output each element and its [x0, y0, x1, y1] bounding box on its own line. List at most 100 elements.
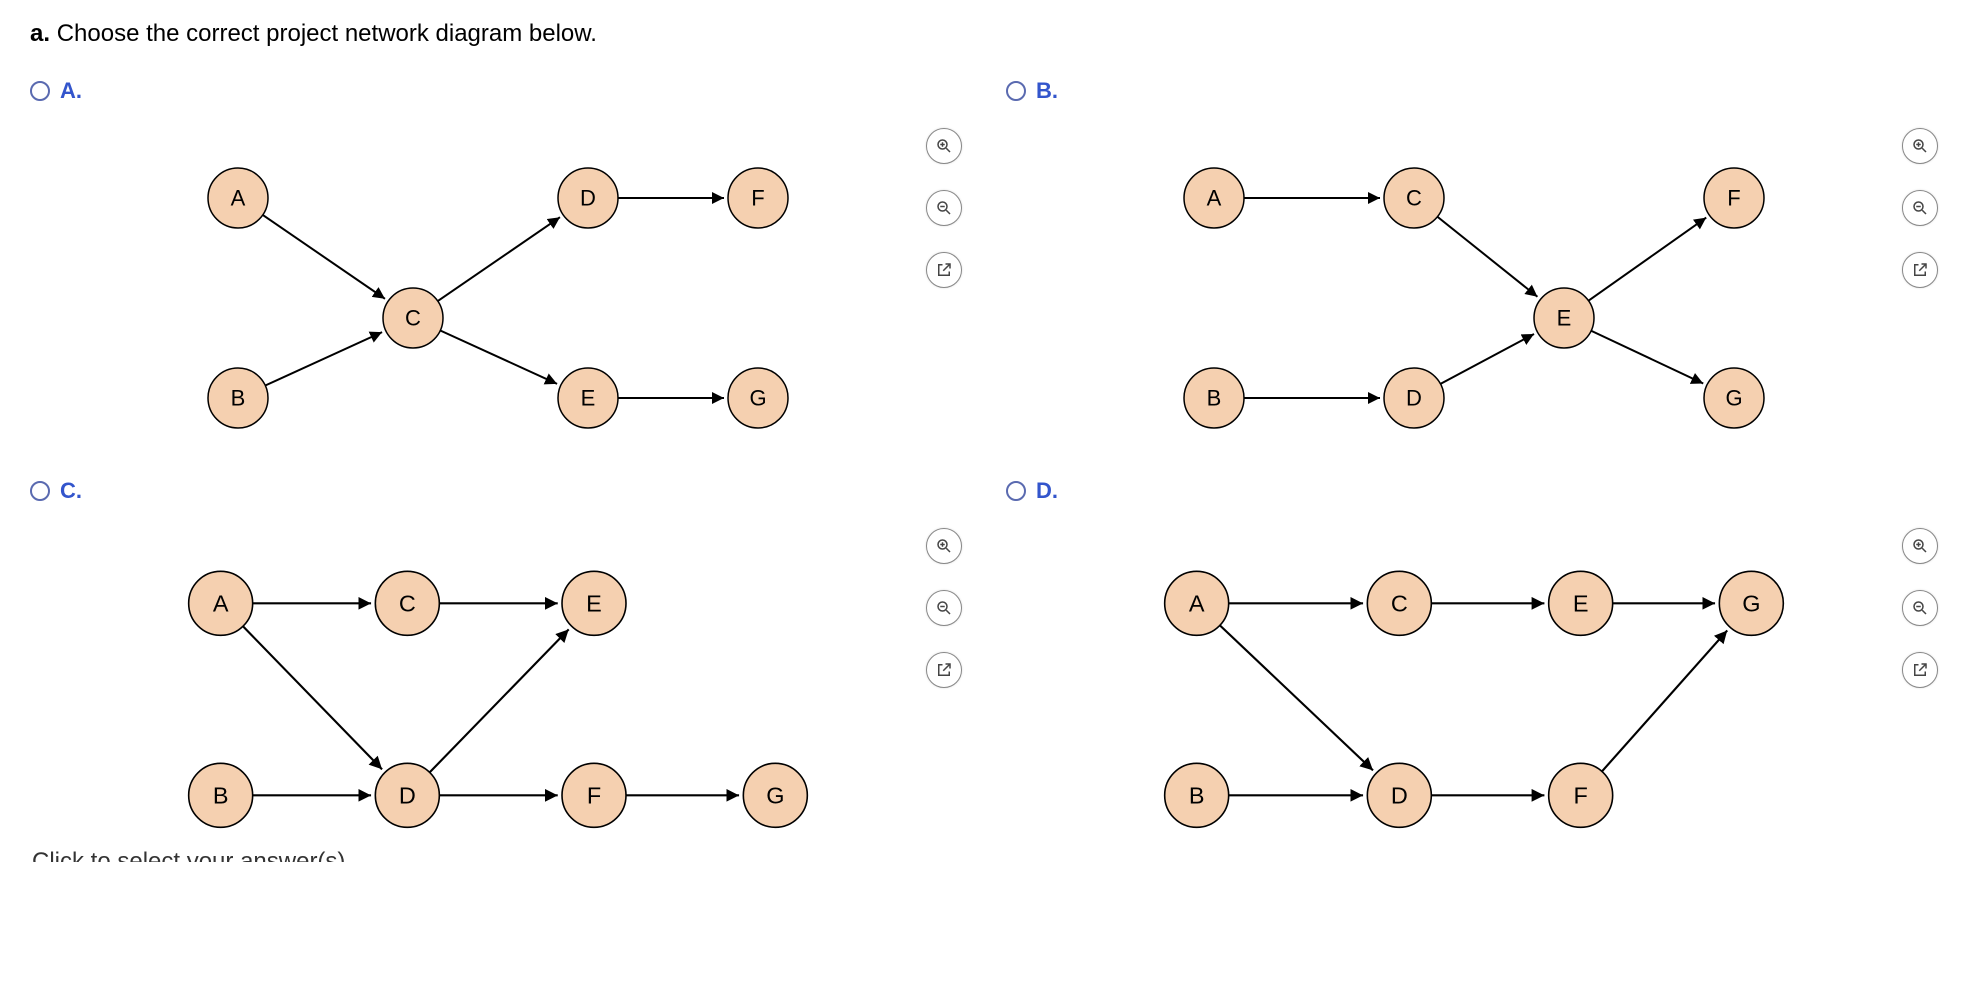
option-d-header[interactable]: D. — [1006, 478, 1942, 504]
node-f: F — [562, 763, 626, 827]
svg-text:C: C — [1391, 590, 1408, 616]
option-a-diagram: A B C D E F G — [90, 118, 906, 438]
zoom-in-icon[interactable] — [1902, 128, 1938, 164]
node-f: F — [728, 168, 788, 228]
option-c-label[interactable]: C. — [60, 478, 82, 504]
node-g: G — [728, 368, 788, 428]
svg-text:C: C — [405, 306, 421, 331]
option-d-radio[interactable] — [1006, 481, 1026, 501]
zoom-out-icon[interactable] — [1902, 590, 1938, 626]
zoom-in-icon[interactable] — [926, 528, 962, 564]
option-a-svg: A B C D E F G — [90, 118, 906, 438]
open-external-icon[interactable] — [926, 252, 962, 288]
svg-text:F: F — [1727, 186, 1740, 211]
svg-text:A: A — [1189, 590, 1205, 616]
svg-text:F: F — [587, 782, 601, 808]
svg-text:D: D — [580, 186, 596, 211]
edge-e-f — [1589, 218, 1707, 301]
option-c-cell: C. ABCDEFG — [30, 478, 966, 838]
option-b-tools — [1902, 128, 1938, 288]
option-a-radio[interactable] — [30, 81, 50, 101]
question-part-label: a. — [30, 20, 50, 47]
option-b-label[interactable]: B. — [1036, 78, 1058, 104]
option-d-cell: D. A B C D E F G — [1006, 478, 1942, 838]
node-e: E — [1549, 571, 1613, 635]
node-e: E — [562, 571, 626, 635]
zoom-out-icon[interactable] — [926, 590, 962, 626]
edge-e-g — [1591, 331, 1703, 384]
node-g: G — [743, 763, 807, 827]
svg-text:B: B — [1207, 386, 1222, 411]
edge-b-c — [265, 332, 382, 385]
option-c-header[interactable]: C. — [30, 478, 966, 504]
svg-text:B: B — [1189, 782, 1205, 808]
node-a: A — [1184, 168, 1244, 228]
open-external-icon[interactable] — [1902, 252, 1938, 288]
option-a-tools — [926, 128, 962, 288]
edge-c-e — [440, 330, 557, 383]
option-b-header[interactable]: B. — [1006, 78, 1942, 104]
node-e: E — [1534, 288, 1594, 348]
node-a: A — [1165, 571, 1229, 635]
footer-hint: Click to select your answer(s) — [30, 848, 1942, 862]
node-d: D — [1367, 763, 1431, 827]
zoom-out-icon[interactable] — [926, 190, 962, 226]
option-d-svg: A B C D E F G — [1066, 518, 1882, 838]
option-c-svg: ABCDEFG — [90, 518, 906, 838]
option-d-tools — [1902, 528, 1938, 688]
edge-c-d — [438, 217, 560, 301]
edge-f-g — [1602, 630, 1727, 771]
svg-text:A: A — [231, 186, 246, 211]
svg-text:E: E — [581, 386, 596, 411]
svg-text:E: E — [1573, 590, 1589, 616]
option-b-cell: B. A B C D E F G — [1006, 78, 1942, 438]
option-b-svg: A B C D E F G — [1066, 118, 1882, 438]
svg-text:G: G — [749, 386, 766, 411]
option-c-diagram: ABCDEFG — [90, 518, 906, 838]
svg-text:G: G — [1742, 590, 1760, 616]
option-a-label[interactable]: A. — [60, 78, 82, 104]
node-b: B — [1165, 763, 1229, 827]
question-text: a. Choose the correct project network di… — [30, 20, 1942, 48]
node-b: B — [1184, 368, 1244, 428]
open-external-icon[interactable] — [926, 652, 962, 688]
option-c-radio[interactable] — [30, 481, 50, 501]
option-b-radio[interactable] — [1006, 81, 1026, 101]
node-f: F — [1704, 168, 1764, 228]
open-external-icon[interactable] — [1902, 652, 1938, 688]
node-g: G — [1719, 571, 1783, 635]
node-f: F — [1549, 763, 1613, 827]
edge-c-e — [1437, 217, 1537, 297]
node-c: C — [383, 288, 443, 348]
svg-text:F: F — [751, 186, 764, 211]
node-d: D — [1384, 368, 1444, 428]
svg-text:C: C — [1406, 186, 1422, 211]
svg-text:F: F — [1574, 782, 1588, 808]
node-d: D — [375, 763, 439, 827]
option-b-diagram: A B C D E F G — [1066, 118, 1882, 438]
node-b: B — [208, 368, 268, 428]
node-g: G — [1704, 368, 1764, 428]
option-a-header[interactable]: A. — [30, 78, 966, 104]
zoom-out-icon[interactable] — [1902, 190, 1938, 226]
node-c: C — [1384, 168, 1444, 228]
svg-text:G: G — [1725, 386, 1742, 411]
option-d-label[interactable]: D. — [1036, 478, 1058, 504]
edge-a-d — [243, 626, 382, 769]
node-b: B — [189, 763, 253, 827]
question-body: Choose the correct project network diagr… — [57, 20, 597, 47]
svg-text:A: A — [1207, 186, 1222, 211]
node-e: E — [558, 368, 618, 428]
svg-text:D: D — [399, 782, 416, 808]
option-d-diagram: A B C D E F G — [1066, 518, 1882, 838]
node-a: A — [208, 168, 268, 228]
node-a: A — [189, 571, 253, 635]
edge-d-e — [1440, 334, 1534, 384]
svg-text:D: D — [1406, 386, 1422, 411]
zoom-in-icon[interactable] — [1902, 528, 1938, 564]
svg-text:G: G — [766, 782, 784, 808]
zoom-in-icon[interactable] — [926, 128, 962, 164]
svg-text:B: B — [231, 386, 246, 411]
option-a-cell: A. A B C D E F G — [30, 78, 966, 438]
svg-text:D: D — [1391, 782, 1408, 808]
